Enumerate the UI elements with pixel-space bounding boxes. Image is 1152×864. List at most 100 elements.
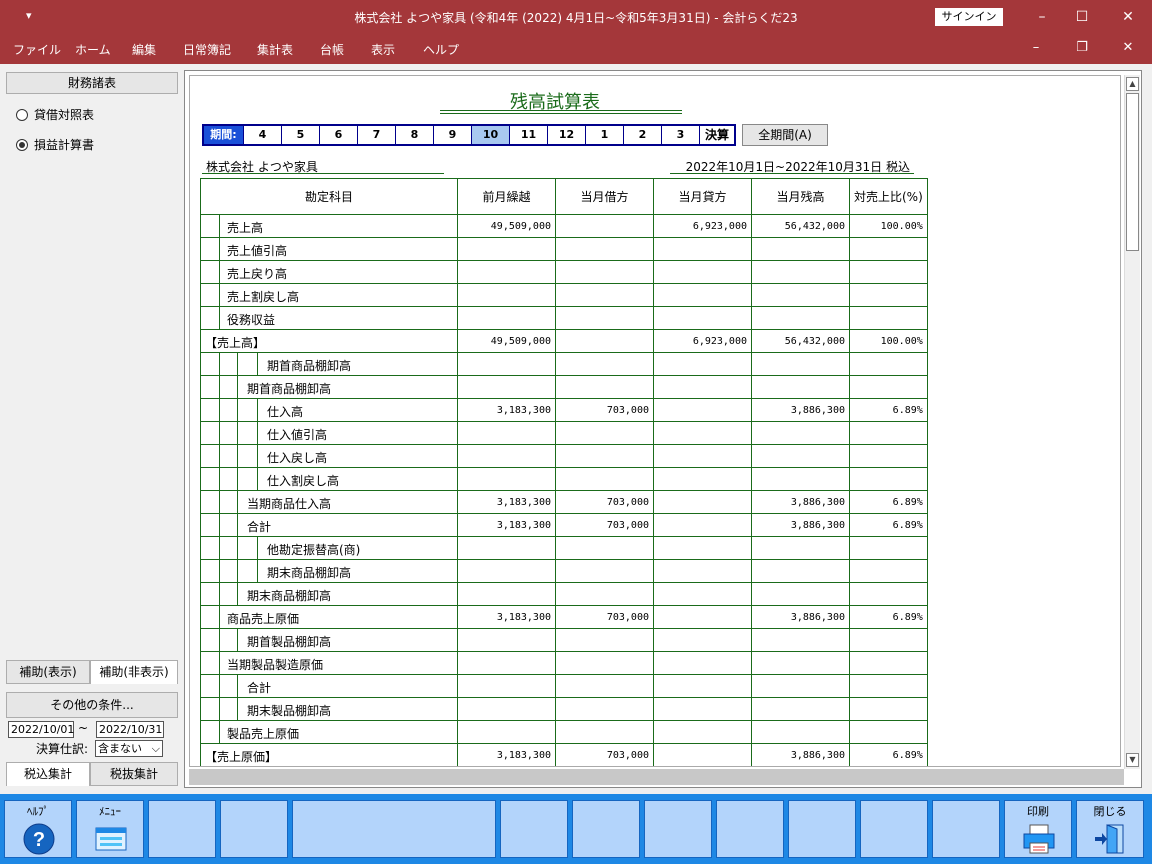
radio-balance-sheet[interactable]: 貸借対照表 — [16, 106, 94, 123]
fkey-12[interactable] — [932, 800, 1000, 858]
all-period-button[interactable]: 全期間(A) — [742, 124, 828, 146]
fkey-10[interactable] — [788, 800, 856, 858]
table-row[interactable]: 期首商品棚卸高 — [200, 375, 928, 399]
cell-bal — [751, 582, 850, 606]
tax-included-tab[interactable]: 税込集計 — [6, 762, 90, 786]
period-month[interactable]: 6 — [320, 126, 358, 144]
account-name-cell: 期末商品棚卸高 — [200, 559, 458, 583]
aux-show-tab[interactable]: 補助(表示) — [6, 660, 90, 684]
help-button[interactable]: ﾍﾙﾌﾟ ? — [4, 800, 72, 858]
table-row[interactable]: 仕入割戻し高 — [200, 467, 928, 491]
maximize-icon[interactable]: ☐ — [1070, 8, 1094, 26]
fkey-9[interactable] — [716, 800, 784, 858]
fkey-5[interactable] — [292, 800, 496, 858]
table-row[interactable]: 【売上原価】 3,183,300 703,000 3,886,300 6.89% — [200, 743, 928, 766]
period-month[interactable]: 5 — [282, 126, 320, 144]
fkey-6[interactable] — [500, 800, 568, 858]
table-row[interactable]: 製品売上原価 — [200, 720, 928, 744]
vertical-scrollbar[interactable]: ▲ ▼ — [1124, 75, 1140, 769]
print-button[interactable]: 印刷 — [1004, 800, 1072, 858]
cell-pct: 6.89% — [849, 513, 928, 537]
table-row[interactable]: 仕入値引高 — [200, 421, 928, 445]
menu-ledger[interactable]: 台帳 — [320, 41, 344, 58]
fkey-7[interactable] — [572, 800, 640, 858]
account-name-cell: 期首商品棚卸高 — [200, 352, 458, 376]
financial-statements-header[interactable]: 財務諸表 — [6, 72, 178, 94]
cell-prev — [457, 720, 556, 744]
cell-pct — [849, 467, 928, 491]
cell-bal — [751, 720, 850, 744]
aux-hide-tab[interactable]: 補助(非表示) — [90, 660, 178, 684]
table-row[interactable]: 役務収益 — [200, 306, 928, 330]
tax-excluded-tab[interactable]: 税抜集計 — [90, 762, 178, 786]
menu-edit[interactable]: 編集 — [132, 41, 156, 58]
period-month[interactable]: 8 — [396, 126, 434, 144]
period-settle[interactable]: 決算 — [700, 126, 734, 144]
table-row[interactable]: 合計 — [200, 674, 928, 698]
table-row[interactable]: 合計 3,183,300 703,000 3,886,300 6.89% — [200, 513, 928, 537]
period-month[interactable]: 2 — [624, 126, 662, 144]
col-prev: 前月繰越 — [457, 178, 556, 215]
table-row[interactable]: 商品売上原価 3,183,300 703,000 3,886,300 6.89% — [200, 605, 928, 629]
table-row[interactable]: 売上値引高 — [200, 237, 928, 261]
doc-minimize-icon[interactable]: – — [1024, 40, 1048, 55]
close-button[interactable]: 閉じる — [1076, 800, 1144, 858]
period-month[interactable]: 12 — [548, 126, 586, 144]
fkey-3[interactable] — [148, 800, 216, 858]
fkey-4[interactable] — [220, 800, 288, 858]
menu-daily[interactable]: 日常簿記 — [183, 41, 231, 58]
cell-bal — [751, 628, 850, 652]
cell-credit — [653, 513, 752, 537]
company-name: 株式会社 よつや家具 — [202, 158, 444, 174]
period-month[interactable]: 11 — [510, 126, 548, 144]
period-month[interactable]: 1 — [586, 126, 624, 144]
doc-close-icon[interactable]: ✕ — [1116, 40, 1140, 55]
table-row[interactable]: 【売上高】 49,509,000 6,923,000 56,432,000 100.00… — [200, 329, 928, 353]
cell-bal: 3,886,300 — [751, 490, 850, 514]
table-row[interactable]: 他勘定振替高(商) — [200, 536, 928, 560]
close-icon[interactable]: ✕ — [1116, 8, 1140, 26]
table-row[interactable]: 期末商品棚卸高 — [200, 559, 928, 583]
doc-restore-icon[interactable]: ❐ — [1070, 40, 1094, 55]
table-row[interactable]: 売上割戻し高 — [200, 283, 928, 307]
period-month[interactable]: 9 — [434, 126, 472, 144]
other-conditions-button[interactable]: その他の条件... — [6, 692, 178, 718]
signin-button[interactable]: サインイン — [935, 8, 1003, 26]
period-month[interactable]: 7 — [358, 126, 396, 144]
menu-button[interactable]: ﾒﾆｭｰ — [76, 800, 144, 858]
period-month[interactable]: 4 — [244, 126, 282, 144]
scroll-thumb[interactable] — [1126, 93, 1139, 251]
table-row[interactable]: 期末商品棚卸高 — [200, 582, 928, 606]
table-row[interactable]: 期末製品棚卸高 — [200, 697, 928, 721]
table-row[interactable]: 仕入戻し高 — [200, 444, 928, 468]
scroll-up-icon[interactable]: ▲ — [1126, 77, 1139, 91]
period-month[interactable]: 3 — [662, 126, 700, 144]
settle-select[interactable]: 含まない ⌵ — [95, 740, 163, 757]
menu-summary[interactable]: 集計表 — [257, 41, 293, 58]
scroll-down-icon[interactable]: ▼ — [1126, 753, 1139, 767]
fkey-11[interactable] — [860, 800, 928, 858]
date-to-input[interactable]: 2022/10/31 — [96, 721, 164, 738]
table-row[interactable]: 売上戻り高 — [200, 260, 928, 284]
trial-balance-table: 勘定科目 前月繰越 当月借方 当月貸方 当月残高 対売上比(%) 売上高 49,5… — [200, 178, 928, 766]
table-row[interactable]: 当期商品仕入高 3,183,300 703,000 3,886,300 6.89% — [200, 490, 928, 514]
cell-prev — [457, 536, 556, 560]
menu-view[interactable]: 表示 — [371, 41, 395, 58]
period-month-current[interactable]: 10 — [472, 126, 510, 144]
period-selector: 期間: 4 5 6 7 8 9 10 11 12 1 2 3 決算 — [202, 124, 736, 146]
menu-home[interactable]: ホーム — [75, 41, 111, 58]
table-row[interactable]: 期首製品棚卸高 — [200, 628, 928, 652]
tree-guide-line — [257, 468, 258, 490]
minimize-icon[interactable]: – — [1030, 8, 1054, 26]
radio-income-statement[interactable]: 損益計算書 — [16, 136, 94, 153]
table-row[interactable]: 当期製品製造原価 — [200, 651, 928, 675]
tree-guide-line — [219, 698, 220, 720]
table-row[interactable]: 売上高 49,509,000 6,923,000 56,432,000 100.00% — [200, 214, 928, 238]
radio-checked-icon — [16, 139, 28, 151]
menu-help[interactable]: ヘルプ — [423, 41, 459, 58]
date-from-input[interactable]: 2022/10/01 — [8, 721, 74, 738]
menu-file[interactable]: ファイル — [13, 41, 61, 58]
table-row[interactable]: 仕入高 3,183,300 703,000 3,886,300 6.89% — [200, 398, 928, 422]
table-row[interactable]: 期首商品棚卸高 — [200, 352, 928, 376]
fkey-8[interactable] — [644, 800, 712, 858]
